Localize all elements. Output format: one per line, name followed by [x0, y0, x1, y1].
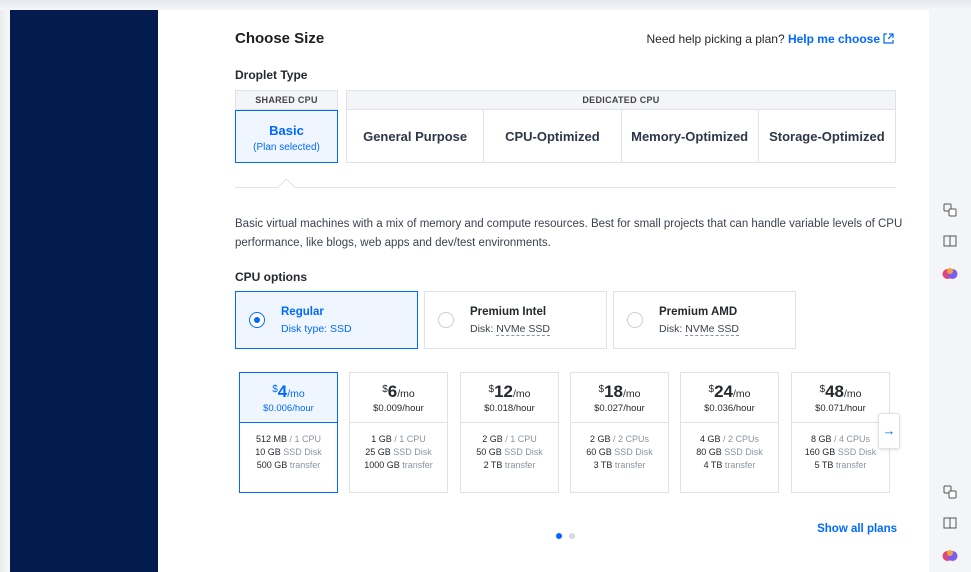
plan-price-area: $18/mo $0.027/hour — [571, 373, 668, 423]
arrow-right-icon: → — [882, 423, 896, 438]
external-link-icon — [883, 33, 894, 47]
plan-price-area: $24/mo $0.036/hour — [681, 373, 778, 423]
reader-icon[interactable] — [939, 233, 961, 253]
cpu-option-disk: Disk: NVMe SSD — [659, 323, 739, 336]
cpu-option-name: Premium AMD — [659, 306, 738, 318]
brain-icon[interactable] — [939, 266, 961, 286]
plan-disk: 10 GB SSD Disk — [255, 447, 322, 457]
plan-type-general-purpose[interactable]: General Purpose — [347, 110, 485, 162]
plan-price-area: $4/mo $0.006/hour — [240, 373, 337, 423]
plan-card[interactable]: $24/mo $0.036/hour 4 GB / 2 CPUs 80 GB SSD … — [680, 372, 779, 493]
plan-disk: 50 GB SSD Disk — [476, 447, 543, 457]
plan-transfer: 500 GB transfer — [256, 460, 321, 470]
carousel-dot-active[interactable] — [556, 533, 562, 539]
radio-unselected[interactable] — [627, 312, 643, 328]
plan-transfer: 2 TB transfer — [483, 460, 536, 470]
plan-transfer: 5 TB transfer — [814, 460, 867, 470]
plan-type-storage-optimized[interactable]: Storage-Optimized — [759, 110, 895, 162]
plan-hourly-price: $0.018/hour — [484, 403, 535, 414]
show-all-plans-link[interactable]: Show all plans — [817, 523, 897, 535]
selection-caret — [277, 178, 296, 197]
translate-icon[interactable] — [939, 203, 961, 223]
plan-hourly-price: $0.027/hour — [594, 403, 645, 414]
plan-type-basic[interactable]: Basic (Plan selected) — [235, 110, 338, 163]
plan-memory-cpu: 512 MB / 1 CPU — [255, 434, 322, 444]
plan-specs: 512 MB / 1 CPU 10 GB SSD Disk 500 GB trans… — [240, 423, 337, 472]
plan-transfer: 3 TB transfer — [593, 460, 646, 470]
cpu-option-name: Regular — [281, 306, 324, 318]
plan-hourly-price: $0.006/hour — [263, 403, 314, 414]
shared-cpu-header: SHARED CPU — [235, 90, 338, 110]
window-top-edge — [0, 0, 971, 10]
plan-memory-cpu: 8 GB / 4 CPUs — [810, 434, 871, 444]
plan-specs: 8 GB / 4 CPUs 160 GB SSD Disk 5 TB transfe… — [792, 423, 889, 472]
plan-card[interactable]: $12/mo $0.018/hour 2 GB / 1 CPU 50 GB SSD D… — [460, 372, 559, 493]
window-left-edge — [0, 10, 10, 572]
plan-monthly-price: $12/mo — [488, 382, 531, 401]
plan-monthly-price: $6/mo — [382, 382, 415, 401]
basic-status: (Plan selected) — [253, 142, 320, 153]
plan-disk: 25 GB SSD Disk — [365, 447, 432, 457]
plan-memory-cpu: 4 GB / 2 CPUs — [699, 434, 760, 444]
plan-disk: 80 GB SSD Disk — [696, 447, 763, 457]
plan-disk: 60 GB SSD Disk — [586, 447, 653, 457]
radio-selected[interactable] — [249, 312, 265, 328]
plan-specs: 4 GB / 2 CPUs 80 GB SSD Disk 4 TB transfer — [681, 423, 778, 472]
plan-specs: 2 GB / 2 CPUs 60 GB SSD Disk 3 TB transfer — [571, 423, 668, 472]
plan-specs: 2 GB / 1 CPU 50 GB SSD Disk 2 TB transfer — [461, 423, 558, 472]
plan-price-area: $6/mo $0.009/hour — [350, 373, 447, 423]
main-panel: Choose Size Need help picking a plan? He… — [158, 10, 929, 572]
plan-specs: 1 GB / 1 CPU 25 GB SSD Disk 1000 GB transf… — [350, 423, 447, 472]
plan-monthly-price: $4/mo — [272, 382, 305, 401]
droplet-type-label: Droplet Type — [235, 68, 308, 82]
cpu-option-name: Premium Intel — [470, 306, 547, 318]
plan-type-memory-optimized[interactable]: Memory-Optimized — [622, 110, 759, 162]
plan-card[interactable]: $6/mo $0.009/hour 1 GB / 1 CPU 25 GB SSD Di… — [349, 372, 448, 493]
plan-price-area: $48/mo $0.071/hour — [792, 373, 889, 423]
help-me-choose-link[interactable]: Help me choose — [788, 32, 894, 46]
plan-type-cpu-optimized[interactable]: CPU-Optimized — [484, 110, 622, 162]
plan-memory-cpu: 1 GB / 1 CPU — [371, 434, 426, 444]
plan-monthly-price: $24/mo — [708, 382, 751, 401]
carousel-dots — [556, 526, 582, 544]
plan-disk: 160 GB SSD Disk — [804, 447, 877, 457]
cpu-option-premium-intel[interactable]: Premium Intel Disk: NVMe SSD — [424, 291, 607, 349]
section-title: Choose Size — [235, 30, 325, 47]
help-text: Need help picking a plan? — [646, 32, 785, 46]
plan-memory-cpu: 2 GB / 2 CPUs — [589, 434, 650, 444]
plan-transfer: 1000 GB transfer — [364, 460, 433, 470]
plan-monthly-price: $48/mo — [819, 382, 862, 401]
dedicated-options: General Purpose CPU-Optimized Memory-Opt… — [346, 110, 896, 163]
plan-hourly-price: $0.071/hour — [815, 403, 866, 414]
cpu-option-premium-amd[interactable]: Premium AMD Disk: NVMe SSD — [613, 291, 796, 349]
next-plans-button[interactable]: → — [878, 413, 900, 449]
plan-memory-cpu: 2 GB / 1 CPU — [482, 434, 537, 444]
cpu-options-label: CPU options — [235, 270, 307, 284]
plan-card[interactable]: $48/mo $0.071/hour 8 GB / 4 CPUs 160 GB SSD… — [791, 372, 890, 493]
carousel-dot[interactable] — [569, 533, 575, 539]
dedicated-cpu-header: DEDICATED CPU — [346, 90, 896, 110]
plan-monthly-price: $18/mo — [598, 382, 641, 401]
plan-hourly-price: $0.009/hour — [373, 403, 424, 414]
basic-label: Basic — [269, 123, 304, 138]
plan-card[interactable]: $18/mo $0.027/hour 2 GB / 2 CPUs 60 GB SSD … — [570, 372, 669, 493]
browser-side-rail — [929, 10, 971, 572]
plan-description: Basic virtual machines with a mix of mem… — [235, 218, 903, 249]
plan-card[interactable]: $4/mo $0.006/hour 512 MB / 1 CPU 10 GB SSD … — [239, 372, 338, 493]
plan-price-area: $12/mo $0.018/hour — [461, 373, 558, 423]
brain-icon[interactable] — [939, 548, 961, 568]
help-line: Need help picking a plan? Help me choose — [647, 32, 894, 47]
plan-hourly-price: $0.036/hour — [704, 403, 755, 414]
translate-icon[interactable] — [939, 485, 961, 505]
plan-transfer: 4 TB transfer — [703, 460, 756, 470]
reader-icon[interactable] — [939, 515, 961, 535]
radio-unselected[interactable] — [438, 312, 454, 328]
sidebar — [10, 10, 158, 572]
cpu-option-disk: Disk type: SSD — [281, 323, 352, 335]
cpu-option-disk: Disk: NVMe SSD — [470, 323, 550, 336]
divider — [235, 187, 896, 188]
cpu-option-regular[interactable]: Regular Disk type: SSD — [235, 291, 418, 349]
